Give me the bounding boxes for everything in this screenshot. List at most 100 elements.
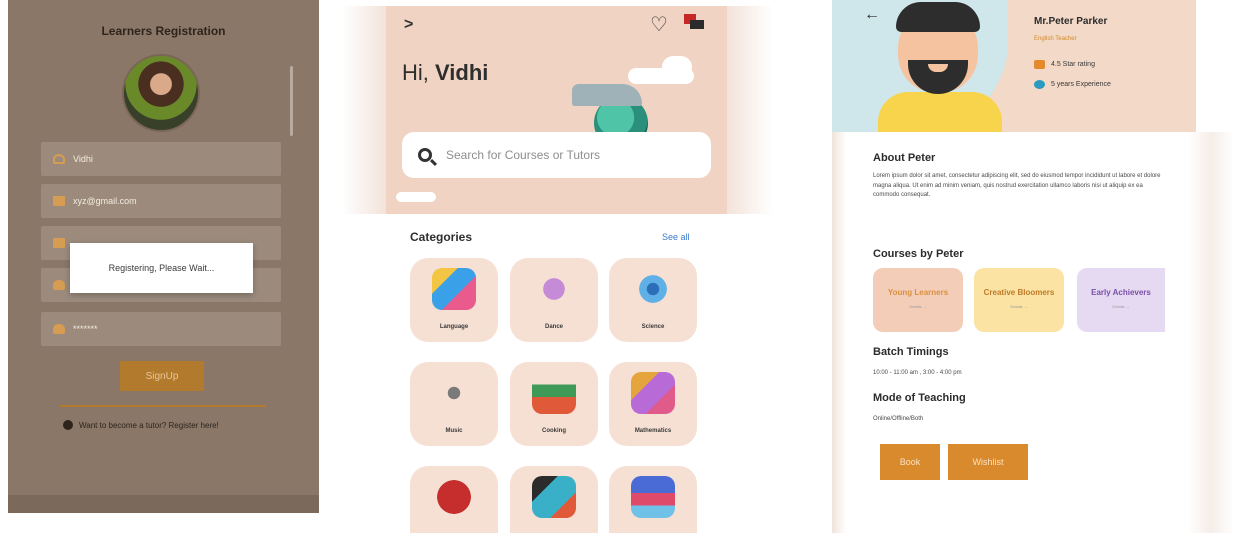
see-all-link[interactable]: See all [662,232,690,242]
blurred-edge [727,6,773,214]
category-icon [432,476,476,518]
profile-avatar[interactable] [122,54,200,132]
course-card[interactable]: Early Achievers Details → [1077,268,1165,332]
page-title: Learners Registration [101,24,226,38]
blurred-edge [832,132,846,533]
category-tile-dance[interactable]: Dance [510,258,598,342]
category-label: Language [439,324,469,330]
tutor-rating: 4.5 Star rating [1034,60,1095,69]
language-icon [432,268,476,310]
course-details: Details → [1112,304,1130,309]
blurred-edge [342,6,386,214]
category-tile[interactable] [609,466,697,533]
email-field-value: xyz@gmail.com [73,196,137,206]
bottom-bar [8,495,319,513]
scrollbar[interactable] [290,66,293,136]
course-card[interactable]: Young Learners Details → [873,268,963,332]
category-tile[interactable] [510,466,598,533]
blurred-edge [342,214,386,533]
batch-heading: Batch Timings [873,346,949,358]
tutor-name: Mr.Peter Parker [1034,16,1108,27]
atom-icon [631,268,675,310]
tutor-role: English Teacher [1034,36,1077,42]
cloud-illustration [396,192,436,202]
categories-heading: Categories [410,230,473,244]
help-icon [63,420,73,430]
name-field-value: Vidhi [73,154,93,164]
tutor-illustration-shirt [878,92,1002,132]
lock-icon [53,324,65,334]
cart-icon[interactable] [684,14,706,32]
experience-text: 5 years Experience [1051,81,1111,88]
progress-dialog-text: Registering, Please Wait... [108,263,215,273]
category-label: Science [641,324,665,330]
tutor-experience: 5 years Experience [1034,80,1111,89]
mode-heading: Mode of Teaching [873,392,966,404]
star-icon [1034,60,1045,69]
arrow-left-icon[interactable]: ← [864,6,880,24]
password-field-value: ******* [73,324,98,334]
briefcase-icon [1034,80,1045,89]
course-title: Young Learners [887,288,949,297]
user-icon [53,154,65,164]
chevron-right-icon[interactable]: > [404,16,413,34]
category-tile-music[interactable]: Music [410,362,498,446]
category-label: Dance [544,324,563,330]
cart-body [690,20,704,29]
category-tile-science[interactable]: Science [609,258,697,342]
hero-banner [386,6,727,214]
tutor-register-text: Want to become a tutor? Register here! [79,420,219,430]
search-bar[interactable]: Search for Courses or Tutors [402,132,711,178]
user-name: Vidhi [435,60,489,85]
category-tile[interactable] [410,466,498,533]
registration-screen: Learners Registration Vidhi xyz@gmail.co… [8,0,319,513]
category-tile-cooking[interactable]: Cooking [510,362,598,446]
cloud-illustration [662,56,692,78]
batch-text: 10:00 - 11:00 am , 3:00 - 4:00 pm [873,370,962,376]
category-tile-mathematics[interactable]: Mathematics [609,362,697,446]
mail-icon [53,196,65,206]
math-icon [631,372,675,414]
category-tile-language[interactable]: Language [410,258,498,342]
book-button[interactable]: Book [880,444,940,480]
wishlist-button[interactable]: Wishlist [948,444,1028,480]
phone-icon [53,238,65,248]
airplane-shape [572,84,642,106]
mode-text: Online/Offline/Both [873,416,924,422]
progress-dialog: Registering, Please Wait... [70,243,253,293]
course-details: Details → [1010,304,1028,309]
category-label: Music [445,428,463,434]
about-heading: About Peter [873,152,936,164]
treble-clef-icon [432,372,476,414]
signup-button[interactable]: SignUp [120,361,204,391]
confirm-password-field[interactable]: ******* [41,312,281,346]
course-card[interactable]: Creative Bloomers Details → [974,268,1064,332]
email-field[interactable]: xyz@gmail.com [41,184,281,218]
tutor-profile-screen: ← Mr.Peter Parker English Teacher 4.5 St… [800,0,1234,533]
search-icon [418,148,432,162]
name-field[interactable]: Vidhi [41,142,281,176]
category-icon [631,476,675,518]
home-screen: > ♡ Hi, Vidhi Search for Courses or Tuto… [342,6,773,533]
courses-heading: Courses by Peter [873,248,964,260]
greeting: Hi, Vidhi [402,60,488,86]
greeting-prefix: Hi, [402,60,435,85]
search-placeholder: Search for Courses or Tutors [446,148,601,162]
cooking-icon [532,372,576,414]
lock-icon [53,280,65,290]
course-title: Creative Bloomers [983,288,1055,297]
course-title: Early Achievers [1091,288,1151,297]
blurred-edge [1188,132,1234,533]
category-icon [532,476,576,518]
dance-icon [532,268,576,310]
rating-text: 4.5 Star rating [1051,61,1095,68]
tutor-register-link[interactable]: Want to become a tutor? Register here! [63,420,219,430]
tutor-illustration-hair [896,2,980,32]
divider [60,405,266,407]
screenshot-collage: Learners Registration Vidhi xyz@gmail.co… [0,0,1234,533]
category-label: Mathematics [634,428,672,434]
category-label: Cooking [542,428,566,434]
course-details: Details → [909,304,927,309]
heart-icon[interactable]: ♡ [650,12,668,37]
about-text: Lorem ipsum dolor sit amet, consectetur … [873,173,1161,198]
